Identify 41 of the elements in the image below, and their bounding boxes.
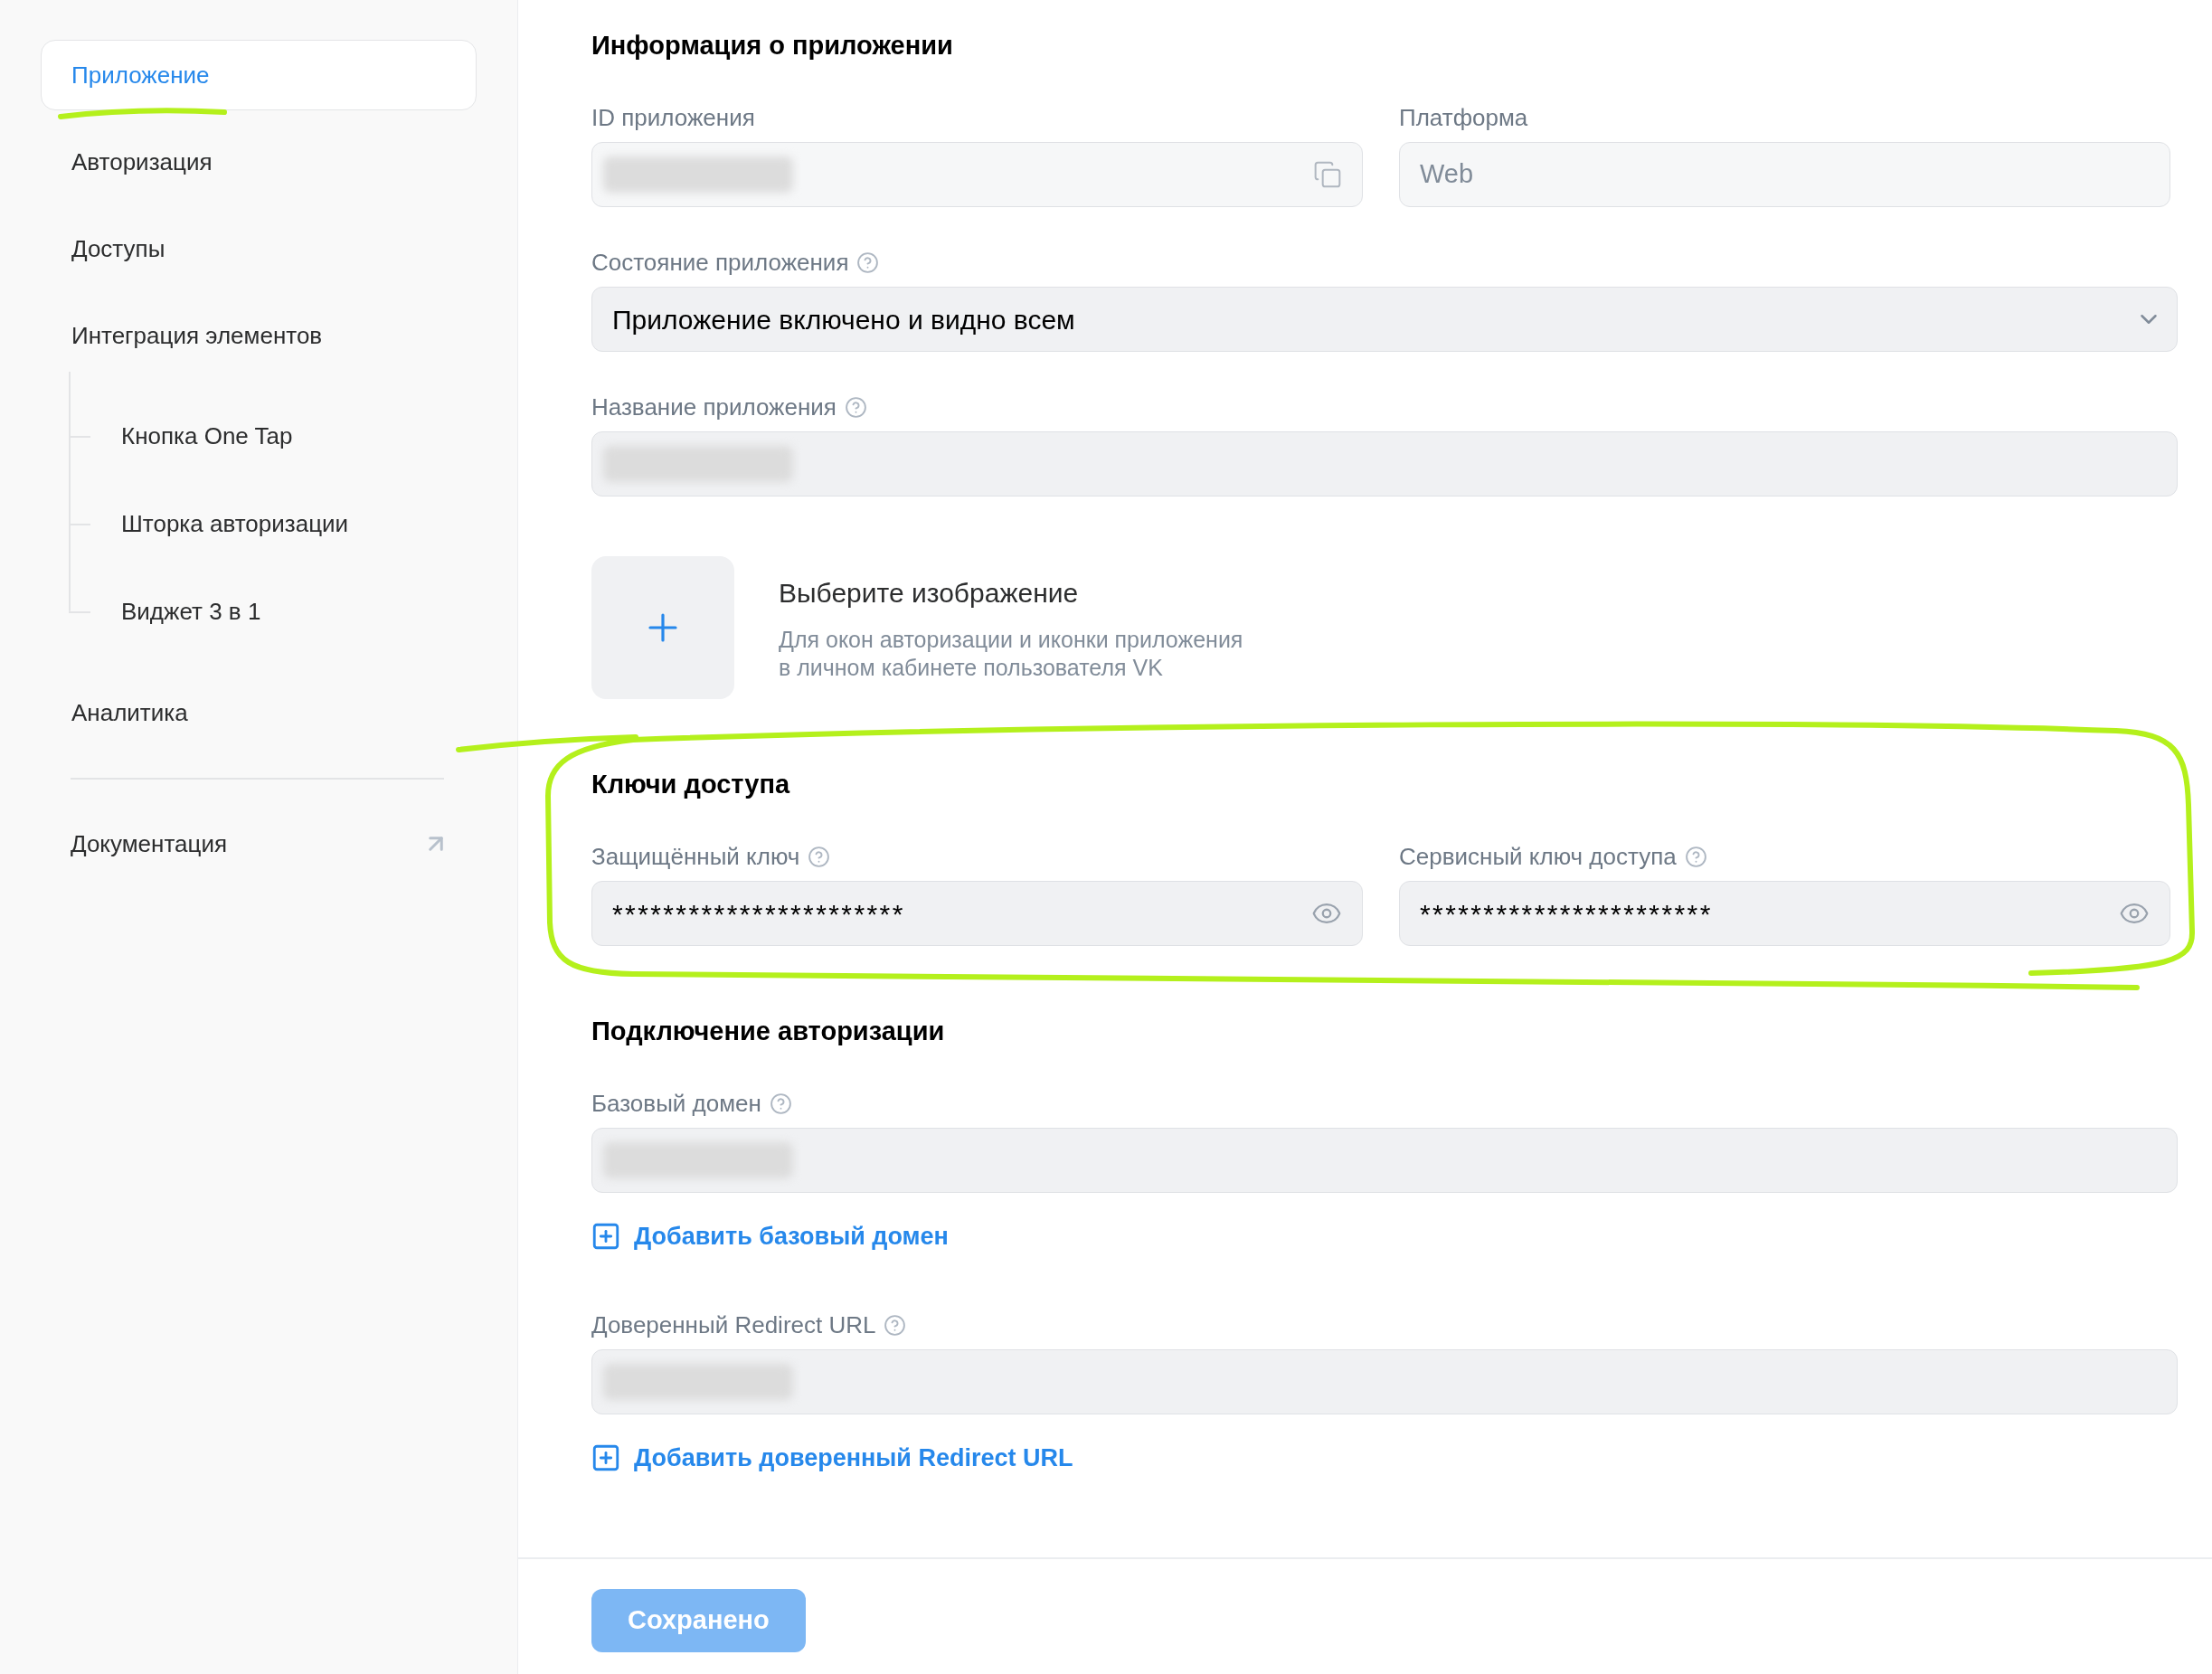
input-field[interactable] [591,431,2178,497]
input-field[interactable] [591,142,1363,207]
field-label: ID приложения [591,103,755,132]
field-label: Название приложения [591,392,837,421]
add-link[interactable]: Добавить доверенный Redirect URL [591,1442,1073,1474]
nav-item[interactable]: Авторизация [41,127,477,197]
picker-title: Выберите изображение [779,577,1080,610]
help-icon[interactable] [844,395,867,419]
copy-icon[interactable] [1313,160,1342,189]
field-label: Платформа [1399,103,1528,132]
sub-nav-item[interactable]: Шторка авторизации [90,488,477,559]
select-field[interactable]: Приложение включено и видно всем [591,287,2178,352]
plus-square-icon [591,1442,621,1473]
sub-nav-item[interactable]: Кнопка One Tap [90,401,477,471]
add-link[interactable]: Добавить базовый домен [591,1220,949,1253]
plus-square-icon [591,1221,621,1252]
field-label: Доверенный Redirect URL [591,1310,876,1339]
section-heading: Подключение авторизации [591,1016,946,1047]
nav-item[interactable]: Доступы [41,213,477,284]
field-label: Сервисный ключ доступа [1399,842,1677,871]
section-heading: Ключи доступа [591,769,791,800]
password-field[interactable]: *********************** [591,881,1363,946]
input-field[interactable] [591,1128,2178,1193]
field-label: Защищённый ключ [591,842,800,871]
help-icon[interactable] [884,1313,907,1337]
help-icon[interactable] [856,251,880,274]
help-icon[interactable] [808,845,831,868]
sub-nav-item[interactable]: Виджет 3 в 1 [90,576,477,647]
add-image-button[interactable] [591,556,734,699]
picker-description: Для окон авторизации и иконки приложения в личном кабинете пользователя VK [779,626,1243,682]
field-label: Состояние приложения [591,248,849,277]
nav-item[interactable]: Приложение [41,40,477,110]
section-heading: Информация о приложении [591,30,954,61]
field-label: Базовый домен [591,1089,761,1118]
help-icon[interactable] [769,1092,792,1115]
docs-link[interactable]: Документация [41,809,477,879]
password-field[interactable]: *********************** [1399,881,2170,946]
nav-item[interactable]: Аналитика [41,677,477,748]
help-icon[interactable] [1684,845,1707,868]
nav-item[interactable]: Интеграция элементов [41,300,477,371]
input-field[interactable] [591,1349,2178,1414]
